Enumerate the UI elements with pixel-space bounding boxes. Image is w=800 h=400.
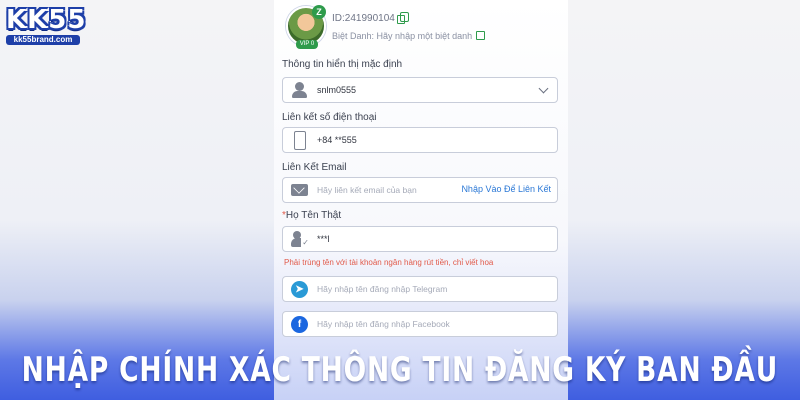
- nickname-row[interactable]: Biệt Danh: Hãy nhập một biệt danh: [332, 31, 486, 41]
- email-placeholder: Hãy liên kết email của bạn: [317, 185, 417, 195]
- default-info-label: Thông tin hiển thị mặc định: [282, 59, 403, 70]
- realname-field[interactable]: ***l: [282, 226, 558, 252]
- facebook-placeholder: Hãy nhập tên đăng nhập Facebook: [317, 319, 450, 329]
- brand-logo-text: KK55: [6, 5, 87, 35]
- user-id: ID:241990104: [332, 12, 409, 24]
- mail-icon: [291, 182, 309, 198]
- default-info-select[interactable]: snlm0555: [282, 77, 558, 103]
- facebook-field[interactable]: f Hãy nhập tên đăng nhập Facebook: [282, 311, 558, 337]
- phone-value: +84 **555: [317, 135, 357, 145]
- brand-logo: KK55 kk55brand.com: [6, 6, 88, 45]
- edit-icon[interactable]: [476, 31, 486, 40]
- facebook-icon: f: [291, 316, 308, 333]
- nickname-placeholder: Hãy nhập một biệt danh: [376, 31, 473, 41]
- email-bind-link[interactable]: Nhập Vào Để Liên Kết: [461, 184, 551, 194]
- chevron-down-icon: [538, 83, 549, 94]
- realname-value: ***l: [317, 234, 330, 244]
- headline-banner: NHẬP CHÍNH XÁC THÔNG TIN ĐĂNG KÝ BAN ĐẦU: [0, 340, 800, 400]
- copy-icon[interactable]: [396, 12, 409, 24]
- vip-tag: VIP 0: [296, 40, 318, 49]
- nickname-label: Biệt Danh:: [332, 31, 375, 41]
- default-info-value: snlm0555: [317, 85, 357, 95]
- email-field[interactable]: Hãy liên kết email của bạn Nhập Vào Để L…: [282, 177, 558, 203]
- realname-label-row: *Họ Tên Thật: [282, 210, 341, 221]
- email-label: Liên Kết Email: [282, 162, 347, 173]
- phone-label: Liên kết số điện thoại: [282, 112, 377, 123]
- telegram-icon: ➤: [291, 281, 308, 298]
- telegram-placeholder: Hãy nhập tên đăng nhập Telegram: [317, 284, 448, 294]
- brand-domain: kk55brand.com: [6, 35, 80, 45]
- user-id-text: ID:241990104: [332, 13, 395, 24]
- banner-headline: NHẬP CHÍNH XÁC THÔNG TIN ĐĂNG KÝ BAN ĐẦU: [21, 350, 779, 390]
- phone-icon: [291, 131, 309, 150]
- person-check-icon: [291, 231, 309, 247]
- user-icon: [291, 82, 309, 98]
- telegram-field[interactable]: ➤ Hãy nhập tên đăng nhập Telegram: [282, 276, 558, 302]
- realname-label: Họ Tên Thật: [285, 210, 342, 221]
- phone-field[interactable]: +84 **555: [282, 127, 558, 153]
- realname-hint: Phải trùng tên với tài khoản ngân hàng r…: [284, 258, 494, 267]
- level-badge: Z: [312, 5, 326, 19]
